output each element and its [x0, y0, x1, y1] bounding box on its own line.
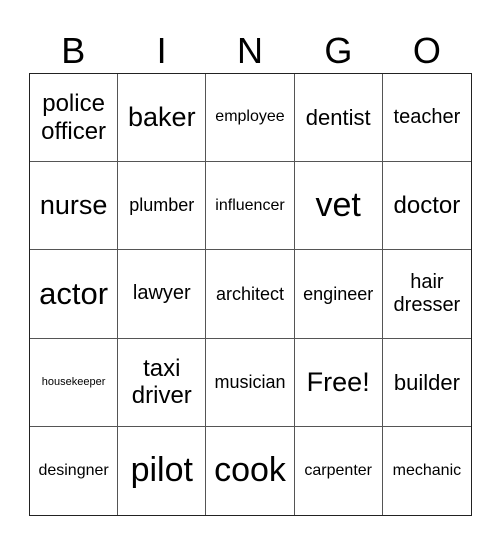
- bingo-cell: employee: [206, 74, 295, 163]
- bingo-cell: builder: [382, 339, 471, 427]
- bingo-cell: architect: [206, 250, 295, 339]
- bingo-cell: plumber: [118, 162, 207, 251]
- bingo-cell: pilot: [118, 426, 207, 515]
- bingo-cell: musician: [206, 338, 295, 427]
- bingo-cell: baker: [118, 74, 207, 163]
- bingo-cell: dentist: [294, 74, 383, 163]
- bingo-cell: influencer: [206, 162, 295, 251]
- bingo-cell: doctor: [382, 162, 471, 251]
- bingo-cell: nurse: [30, 162, 119, 251]
- bingo-cell: mechanic: [392, 461, 462, 479]
- header-letter-o: O: [412, 30, 441, 71]
- bingo-cell: teacher: [382, 74, 471, 163]
- bingo-cell: desingner: [30, 426, 119, 515]
- header-letter-i: I: [156, 30, 167, 71]
- bingo-cell: taxi driver: [118, 338, 207, 427]
- bingo-cell: engineer: [294, 250, 383, 339]
- bingo-cell: police officer: [30, 74, 119, 163]
- bingo-cell: lawyer: [118, 250, 207, 339]
- bingo-cell: housekeeper: [30, 338, 119, 427]
- header-letter-n: N: [237, 30, 264, 71]
- bingo-card-grid: police officer baker employee dentist te…: [29, 73, 472, 516]
- header-letter-g: G: [324, 30, 353, 71]
- free-space: Free!: [294, 338, 383, 427]
- header-letter-b: B: [61, 30, 86, 71]
- bingo-cell: hair dresser: [382, 250, 471, 339]
- bingo-cell: carpenter: [295, 426, 383, 515]
- bingo-cell: actor: [30, 250, 119, 339]
- bingo-header: B I N G O: [29, 28, 471, 74]
- bingo-cell: vet: [294, 162, 383, 251]
- bingo-cell: cook: [206, 426, 295, 515]
